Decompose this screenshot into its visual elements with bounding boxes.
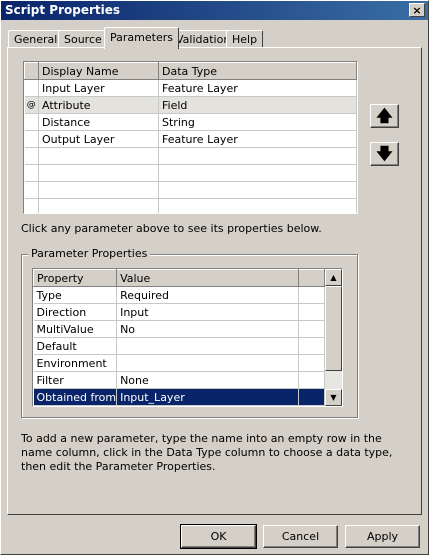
scroll-up-icon[interactable]: ▲: [325, 269, 342, 286]
property-cell: Environment: [33, 354, 118, 372]
property-cell: MultiValue: [33, 320, 118, 338]
table-row[interactable]: Type Required: [33, 286, 326, 304]
title-bar[interactable]: Script Properties ×: [1, 1, 428, 20]
table-row[interactable]: @ Attribute Field: [24, 96, 357, 114]
data-type-cell[interactable]: Feature Layer: [158, 130, 357, 148]
value-cell[interactable]: Required: [116, 286, 300, 304]
move-down-button[interactable]: 🡇: [370, 142, 399, 166]
empty-row[interactable]: [24, 198, 357, 213]
empty-row[interactable]: [24, 164, 357, 182]
row-selector[interactable]: [24, 79, 39, 97]
properties-table: Property Value Type Required Direction I…: [33, 269, 326, 406]
value-cell[interactable]: None: [116, 371, 300, 389]
table-row[interactable]: Default: [33, 337, 326, 355]
close-icon: ×: [412, 3, 422, 17]
empty-row[interactable]: [24, 181, 357, 199]
script-properties-dialog: Script Properties × General Source Param…: [0, 0, 429, 555]
table-row[interactable]: Distance String: [24, 113, 357, 131]
value-cell[interactable]: No: [116, 320, 300, 338]
arrow-up-icon: 🡅: [376, 106, 393, 125]
value-cell[interactable]: [116, 337, 300, 355]
column-header-property[interactable]: Property: [33, 269, 118, 287]
tab-parameters[interactable]: Parameters: [104, 27, 179, 49]
row-selector[interactable]: [24, 113, 39, 131]
property-cell: Type: [33, 286, 118, 304]
move-up-button[interactable]: 🡅: [370, 104, 399, 128]
column-header-extra: [298, 269, 326, 287]
tab-label: Parameters: [110, 31, 173, 44]
property-cell: Obtained from: [33, 388, 118, 406]
ok-button[interactable]: OK: [180, 524, 257, 549]
properties-scrollbar[interactable]: ▲ ▼: [325, 269, 342, 406]
cancel-button[interactable]: Cancel: [263, 525, 338, 548]
table-row[interactable]: Direction Input: [33, 303, 326, 321]
tab-general[interactable]: General: [8, 30, 64, 48]
value-cell[interactable]: Input: [116, 303, 300, 321]
arrow-down-icon: 🡇: [376, 144, 393, 163]
tab-source[interactable]: Source: [58, 30, 108, 48]
tab-help[interactable]: Help: [226, 30, 264, 48]
properties-grid[interactable]: Property Value Type Required Direction I…: [32, 268, 343, 407]
data-type-cell[interactable]: Field: [158, 96, 357, 114]
tab-label: Help: [232, 33, 258, 46]
hint-text: Click any parameter above to see its pro…: [21, 222, 322, 235]
instructions-text: To add a new parameter, type the name in…: [21, 432, 393, 473]
column-header-data-type[interactable]: Data Type: [158, 62, 357, 80]
empty-row[interactable]: [24, 147, 357, 165]
table-row[interactable]: Environment: [33, 354, 326, 372]
row-selector-header: [24, 62, 39, 80]
data-type-cell[interactable]: String: [158, 113, 357, 131]
data-type-cell[interactable]: Feature Layer: [158, 79, 357, 97]
column-header-value[interactable]: Value: [116, 269, 300, 287]
tab-label: Validation: [176, 33, 231, 46]
tab-label: General: [14, 33, 58, 46]
apply-button[interactable]: Apply: [345, 525, 420, 548]
row-selector[interactable]: @: [24, 96, 39, 114]
table-row[interactable]: Input Layer Feature Layer: [24, 79, 357, 97]
row-selector[interactable]: [24, 130, 39, 148]
column-header-display-name[interactable]: Display Name: [38, 62, 159, 80]
tab-label: Source: [64, 33, 102, 46]
display-name-cell[interactable]: Attribute: [38, 96, 159, 114]
scrollbar-thumb[interactable]: [325, 286, 342, 371]
scroll-down-icon[interactable]: ▼: [325, 389, 342, 406]
table-row[interactable]: MultiValue No: [33, 320, 326, 338]
window-title: Script Properties: [5, 3, 121, 17]
value-cell[interactable]: Input_Layer: [116, 388, 300, 406]
table-row[interactable]: Output Layer Feature Layer: [24, 130, 357, 148]
table-row[interactable]: Filter None: [33, 371, 326, 389]
display-name-cell[interactable]: Distance: [38, 113, 159, 131]
parameters-table: Display Name Data Type Input Layer Featu…: [24, 62, 357, 213]
group-label: Parameter Properties: [28, 247, 151, 260]
table-row-selected[interactable]: Obtained from Input_Layer: [33, 388, 326, 406]
display-name-cell[interactable]: Input Layer: [38, 79, 159, 97]
property-cell: Direction: [33, 303, 118, 321]
value-cell[interactable]: [116, 354, 300, 372]
property-cell: Default: [33, 337, 118, 355]
property-cell: Filter: [33, 371, 118, 389]
close-button[interactable]: ×: [409, 3, 425, 17]
display-name-cell[interactable]: Output Layer: [38, 130, 159, 148]
parameters-grid[interactable]: Display Name Data Type Input Layer Featu…: [23, 61, 358, 214]
